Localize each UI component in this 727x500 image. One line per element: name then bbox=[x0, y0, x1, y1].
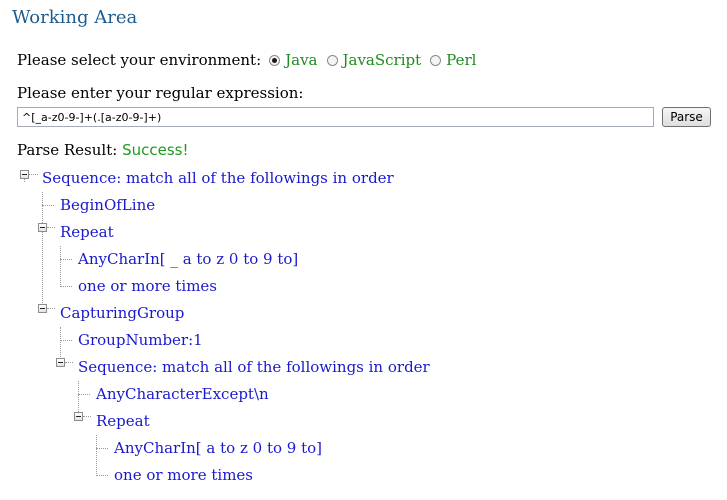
tree-connector bbox=[96, 448, 108, 449]
tree-node-repeat[interactable]: Repeat bbox=[60, 223, 114, 241]
collapse-icon[interactable] bbox=[74, 412, 83, 421]
tree-node-capturing-group[interactable]: CapturingGroup bbox=[60, 304, 184, 322]
tree-node-quantifier[interactable]: one or more times bbox=[78, 277, 217, 295]
tree-node-begin-of-line[interactable]: BeginOfLine bbox=[60, 196, 155, 214]
tree-connector bbox=[60, 340, 72, 341]
collapse-icon[interactable] bbox=[20, 170, 29, 179]
tree-node-any-char-in-inner[interactable]: AnyCharIn[ a to z 0 to 9 to] bbox=[114, 439, 322, 457]
environment-prompt: Please select your environment: bbox=[17, 51, 262, 69]
javascript-radio[interactable] bbox=[326, 54, 338, 66]
perl-radio[interactable] bbox=[430, 54, 442, 66]
tree-connector bbox=[78, 394, 90, 395]
tree-connector bbox=[42, 192, 43, 311]
page-title: Working Area bbox=[12, 7, 138, 28]
parse-result-status: Success! bbox=[122, 141, 189, 159]
tree-node-repeat-inner[interactable]: Repeat bbox=[96, 412, 150, 430]
collapse-icon[interactable] bbox=[38, 223, 47, 232]
tree-connector bbox=[65, 362, 73, 363]
tree-connector bbox=[60, 259, 72, 260]
collapse-icon[interactable] bbox=[56, 358, 65, 367]
parse-result-row: Parse Result: Success! bbox=[17, 141, 188, 159]
tree-connector bbox=[47, 227, 55, 228]
env-label-javascript[interactable]: JavaScript bbox=[343, 51, 422, 69]
env-option-java[interactable]: Java bbox=[269, 51, 318, 69]
tree-connector bbox=[60, 286, 72, 287]
tree-node-sequence[interactable]: Sequence: match all of the followings in… bbox=[42, 169, 394, 187]
environment-radio-group: Java JavaScript Perl bbox=[269, 51, 485, 69]
parse-tree: Sequence: match all of the followings in… bbox=[0, 0, 727, 500]
parse-button[interactable]: Parse bbox=[662, 107, 711, 127]
env-option-perl[interactable]: Perl bbox=[430, 51, 476, 69]
parse-result-label: Parse Result: bbox=[17, 141, 118, 159]
tree-node-quantifier-inner[interactable]: one or more times bbox=[114, 466, 253, 484]
tree-connector bbox=[60, 246, 61, 287]
tree-connector bbox=[83, 416, 91, 417]
collapse-icon[interactable] bbox=[38, 304, 47, 313]
env-label-java[interactable]: Java bbox=[285, 51, 317, 69]
tree-node-sequence-inner[interactable]: Sequence: match all of the followings in… bbox=[78, 358, 430, 376]
tree-connector bbox=[42, 205, 54, 206]
tree-connector bbox=[60, 327, 61, 359]
tree-node-group-number[interactable]: GroupNumber:1 bbox=[78, 331, 203, 349]
env-option-javascript[interactable]: JavaScript bbox=[326, 51, 422, 69]
tree-connector bbox=[29, 174, 38, 175]
environment-row: Please select your environment: Java Jav… bbox=[17, 51, 485, 69]
tree-connector bbox=[78, 381, 79, 414]
env-label-perl[interactable]: Perl bbox=[446, 51, 476, 69]
regex-input[interactable] bbox=[17, 107, 654, 127]
tree-connector bbox=[96, 475, 108, 476]
tree-node-any-character-except[interactable]: AnyCharacterExcept\n bbox=[96, 385, 269, 403]
tree-connector bbox=[24, 179, 25, 182]
java-radio[interactable] bbox=[269, 54, 281, 66]
tree-node-any-char-in[interactable]: AnyCharIn[ _ a to z 0 to 9 to] bbox=[78, 250, 298, 268]
tree-connector bbox=[47, 308, 55, 309]
regex-prompt: Please enter your regular expression: bbox=[17, 84, 304, 102]
tree-connector bbox=[96, 435, 97, 476]
